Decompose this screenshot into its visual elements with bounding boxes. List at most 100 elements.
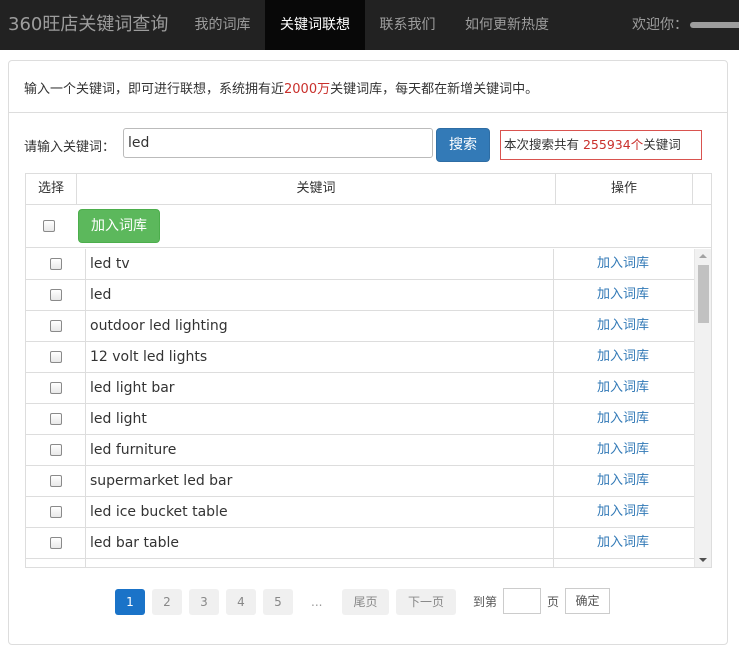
result-prefix: 本次搜索共有 bbox=[504, 137, 583, 152]
cell-divider bbox=[85, 559, 86, 567]
table-header: 选择 关键词 操作 bbox=[26, 174, 711, 205]
page-2-button[interactable]: 2 bbox=[152, 589, 182, 615]
result-count: 255934个 bbox=[582, 137, 644, 152]
table-row: supermarket led bar 加入词库 bbox=[26, 466, 694, 497]
table-row: outdoor led lighting 加入词库 bbox=[26, 311, 694, 342]
scroll-up-arrow-icon[interactable] bbox=[695, 249, 711, 263]
top-navbar: 360旺店关键词查询 我的词库 关键词联想 联系我们 如何更新热度 欢迎你： bbox=[0, 0, 739, 50]
row-checkbox[interactable] bbox=[50, 444, 62, 456]
keyword-cell: 12 volt led lights bbox=[90, 349, 208, 365]
header-action: 操作 bbox=[610, 181, 637, 196]
scroll-down-arrow-icon[interactable] bbox=[695, 553, 711, 567]
table-row: led 加入词库 bbox=[26, 280, 694, 311]
page-3-button[interactable]: 3 bbox=[189, 589, 219, 615]
add-to-wordbank-link[interactable]: 加入词库 bbox=[553, 373, 693, 403]
intro-prefix: 输入一个关键词，即可进行联想，系统拥有近 bbox=[24, 82, 285, 97]
search-result-summary: 本次搜索共有 255934个关键词 bbox=[500, 130, 702, 160]
keyword-list[interactable]: led tv 加入词库 led 加入词库 outdoor led lightin… bbox=[26, 249, 711, 567]
keyword-cell: led bbox=[90, 287, 112, 303]
keyword-cell: led light bar bbox=[90, 380, 175, 396]
table-row: led bar table 加入词库 bbox=[26, 528, 694, 559]
add-to-wordbank-link[interactable]: 加入词库 bbox=[553, 280, 693, 310]
goto-confirm-button[interactable]: 确定 bbox=[565, 588, 610, 614]
header-keyword: 关键词 bbox=[296, 181, 336, 196]
cell-divider bbox=[85, 497, 86, 528]
search-button[interactable]: 搜索 bbox=[436, 128, 490, 162]
row-checkbox[interactable] bbox=[50, 258, 62, 270]
cell-divider bbox=[85, 280, 86, 311]
welcome-user[interactable]: 欢迎你： bbox=[632, 0, 739, 50]
bulk-add-to-wordbank-button[interactable]: 加入词库 bbox=[78, 209, 160, 243]
cell-divider bbox=[85, 249, 86, 280]
keyword-cell: led bar table bbox=[90, 535, 179, 551]
keyword-cell: outdoor led lighting bbox=[90, 318, 228, 334]
table-row: led furniture 加入词库 bbox=[26, 435, 694, 466]
row-checkbox[interactable] bbox=[50, 537, 62, 549]
select-all-checkbox[interactable] bbox=[43, 220, 55, 232]
search-label: 请输入关键词： bbox=[24, 140, 116, 155]
keyword-cell: led light bbox=[90, 411, 147, 427]
intro-suffix: 关键词库，每天都在新增关键词中。 bbox=[330, 82, 539, 97]
header-divider bbox=[692, 174, 693, 204]
result-suffix: 关键词 bbox=[643, 137, 681, 152]
page-1-button[interactable]: 1 bbox=[115, 589, 145, 615]
keyword-cell: led ice bucket table bbox=[90, 504, 228, 520]
keyword-search-input[interactable] bbox=[123, 128, 433, 158]
page-4-button[interactable]: 4 bbox=[226, 589, 256, 615]
table-row bbox=[26, 559, 694, 567]
table-row: led light 加入词库 bbox=[26, 404, 694, 435]
add-to-wordbank-link[interactable]: 加入词库 bbox=[553, 311, 693, 341]
add-to-wordbank-link[interactable]: 加入词库 bbox=[553, 435, 693, 465]
table-row: 12 volt led lights 加入词库 bbox=[26, 342, 694, 373]
nav-my-wordbank[interactable]: 我的词库 bbox=[180, 0, 265, 50]
header-select: 选择 bbox=[37, 181, 64, 196]
scrollbar-thumb[interactable] bbox=[698, 265, 709, 323]
goto-page-prefix: 到第 bbox=[473, 595, 498, 609]
row-checkbox[interactable] bbox=[50, 320, 62, 332]
row-checkbox[interactable] bbox=[50, 382, 62, 394]
intro-highlight: 2000万 bbox=[284, 82, 331, 97]
row-checkbox[interactable] bbox=[50, 475, 62, 487]
row-checkbox[interactable] bbox=[50, 289, 62, 301]
page-5-button[interactable]: 5 bbox=[263, 589, 293, 615]
cell-divider bbox=[85, 342, 86, 373]
intro-text: 输入一个关键词，即可进行联想，系统拥有近2000万关键词库，每天都在新增关键词中… bbox=[24, 78, 538, 97]
nav-keyword-suggest[interactable]: 关键词联想 bbox=[265, 0, 365, 50]
welcome-text: 欢迎你： bbox=[632, 17, 688, 33]
cell-divider bbox=[85, 373, 86, 404]
row-checkbox[interactable] bbox=[50, 413, 62, 425]
row-checkbox[interactable] bbox=[50, 351, 62, 363]
last-page-button[interactable]: 尾页 bbox=[342, 589, 389, 615]
cell-divider bbox=[85, 435, 86, 466]
page-ellipsis: ... bbox=[311, 595, 323, 609]
table-row: led tv 加入词库 bbox=[26, 249, 694, 280]
add-to-wordbank-link[interactable]: 加入词库 bbox=[553, 528, 693, 558]
username-redacted bbox=[690, 22, 739, 28]
keyword-cell: led furniture bbox=[90, 442, 177, 458]
nav-how-to-update-heat[interactable]: 如何更新热度 bbox=[450, 0, 564, 50]
nav-contact-us[interactable]: 联系我们 bbox=[365, 0, 450, 50]
row-checkbox[interactable] bbox=[50, 506, 62, 518]
keyword-table: 选择 关键词 操作 加入词库 led tv 加入词库 led 加入词库 outd… bbox=[25, 173, 712, 568]
add-to-wordbank-link[interactable]: 加入词库 bbox=[553, 466, 693, 496]
add-to-wordbank-link[interactable]: 加入词库 bbox=[553, 497, 693, 527]
bulk-action-row: 加入词库 bbox=[26, 205, 711, 248]
add-to-wordbank-link[interactable]: 加入词库 bbox=[553, 342, 693, 372]
add-to-wordbank-link[interactable]: 加入词库 bbox=[553, 249, 693, 279]
brand-title[interactable]: 360旺店关键词查询 bbox=[8, 0, 168, 50]
table-row: led ice bucket table 加入词库 bbox=[26, 497, 694, 528]
keyword-cell: supermarket led bar bbox=[90, 473, 233, 489]
list-scrollbar[interactable] bbox=[694, 249, 711, 567]
cell-divider bbox=[85, 466, 86, 497]
cell-divider bbox=[85, 311, 86, 342]
panel-header: 输入一个关键词，即可进行联想，系统拥有近2000万关键词库，每天都在新增关键词中… bbox=[9, 61, 727, 113]
table-row: led light bar 加入词库 bbox=[26, 373, 694, 404]
next-page-button[interactable]: 下一页 bbox=[396, 589, 456, 615]
add-to-wordbank-link[interactable]: 加入词库 bbox=[553, 404, 693, 434]
cell-divider bbox=[85, 404, 86, 435]
keyword-cell: led tv bbox=[90, 256, 130, 272]
cell-divider bbox=[85, 528, 86, 559]
main-panel: 输入一个关键词，即可进行联想，系统拥有近2000万关键词库，每天都在新增关键词中… bbox=[8, 60, 728, 645]
goto-page-input[interactable] bbox=[503, 588, 541, 614]
goto-page-suffix: 页 bbox=[547, 595, 560, 609]
